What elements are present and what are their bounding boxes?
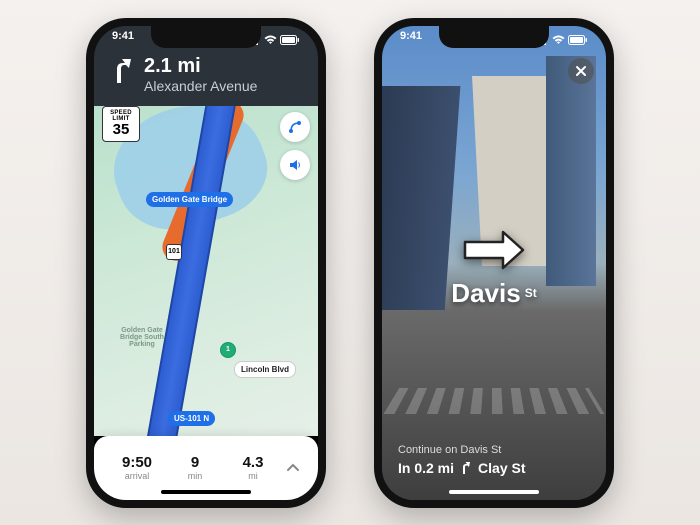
eta-arrival-label: arrival [108,471,166,481]
status-time: 9:41 [400,30,422,50]
route-icon [287,119,303,135]
close-button[interactable] [568,58,594,84]
map-area[interactable]: SPEED LIMIT 35 Golden Gate Bridge Lincol… [94,96,318,436]
eta-dist-label: mi [224,471,282,481]
chevron-up-icon [286,463,300,473]
battery-icon [568,35,588,45]
notch [439,26,549,48]
route-options-button[interactable] [280,112,310,142]
highway-shield-101: 101 [166,244,182,260]
home-indicator[interactable] [161,490,251,494]
ar-street-suffix: St [525,286,537,300]
nav-street: Alexander Avenue [144,78,257,94]
ar-camera-view[interactable]: Davis St Continue on Davis St In 0.2 mi … [382,26,606,500]
ar-street-label: Davis St [451,278,536,309]
ar-next-distance: In 0.2 mi [398,460,454,476]
highway-shield-1: 1 [220,342,236,358]
battery-icon [280,35,300,45]
eta-time-value: 9 [166,454,224,471]
building [382,86,460,326]
speed-limit-value: 35 [105,122,137,137]
eta-time: 9 min [166,454,224,481]
phone-maps-nav: 9:41 2.1 mi Alexander Avenue [86,18,326,508]
home-indicator[interactable] [449,490,539,494]
eta-arrival-value: 9:50 [108,454,166,471]
speed-limit-sign: SPEED LIMIT 35 [102,106,140,142]
turn-right-icon [108,56,134,86]
status-time: 9:41 [112,30,134,50]
crosswalk [384,388,605,414]
nav-distance: 2.1 mi [144,56,257,76]
close-icon [575,65,587,77]
expand-button[interactable] [282,457,304,479]
audio-button[interactable] [280,150,310,180]
map-label-lincoln[interactable]: Lincoln Blvd [234,361,296,378]
speaker-icon [288,158,302,172]
nav-text: 2.1 mi Alexander Avenue [144,56,257,94]
map-poi-parking: Golden Gate Bridge South Parking [112,327,172,348]
eta-time-label: min [166,471,224,481]
speed-limit-label: SPEED LIMIT [105,110,137,122]
wifi-icon [552,35,565,45]
eta-arrival: 9:50 arrival [108,454,166,481]
ar-footer: Continue on Davis St In 0.2 mi Clay St [398,444,590,476]
building [546,56,596,286]
phone-ar-walking: 9:41 Davis St [374,18,614,508]
ar-next-street: Clay St [478,460,525,476]
ar-turn-right-arrow [459,226,529,279]
eta-dist: 4.3 mi [224,454,282,481]
map-label-us101[interactable]: US-101 N [168,411,215,426]
ar-next-step: In 0.2 mi Clay St [398,460,590,476]
wifi-icon [264,35,277,45]
eta-dist-value: 4.3 [224,454,282,471]
screen-right: 9:41 Davis St [382,26,606,500]
ar-continue-text: Continue on Davis St [398,444,590,456]
notch [151,26,261,48]
turn-right-icon [460,461,472,475]
ar-street-name: Davis [451,278,520,309]
map-label-ggb[interactable]: Golden Gate Bridge [146,192,233,207]
screen-left: 9:41 2.1 mi Alexander Avenue [94,26,318,500]
